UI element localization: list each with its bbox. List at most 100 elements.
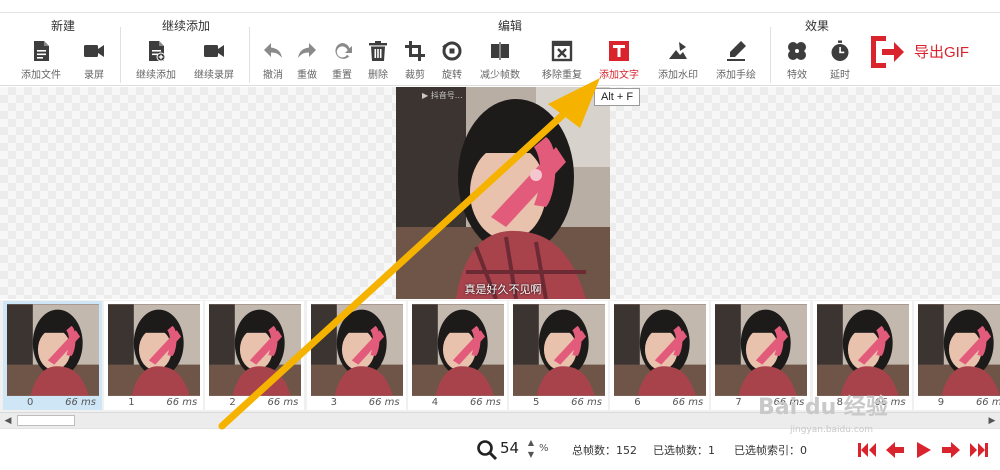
last-frame-icon[interactable] (968, 439, 990, 461)
document-plus-icon (149, 41, 166, 62)
group-effects: 效果 特效 延时 (772, 13, 862, 87)
group-edit: 编辑 撤消 重做 重置 删除 裁剪 旋转 减少帧数 移除重复 添加文字 添加水印… (252, 13, 768, 87)
frame-index: 7 (735, 397, 742, 408)
frame-item[interactable]: 5 66 ms (509, 301, 608, 410)
selected-frame-index: 已选帧索引：0 (734, 444, 807, 457)
group-title-new: 新建 (50, 19, 75, 33)
first-frame-icon[interactable] (856, 439, 878, 461)
frame-thumbnail (7, 304, 99, 396)
export-gif-button[interactable]: 导出GIF (864, 31, 988, 75)
frames-icon (491, 42, 509, 60)
add-file-label: 添加文件 (21, 70, 61, 81)
add-file-button[interactable]: 添加文件 (11, 39, 71, 87)
add-text-tooltip: Alt + F (594, 88, 641, 106)
frame-item[interactable]: 6 66 ms (610, 301, 710, 410)
play-icon[interactable] (912, 439, 934, 461)
total-frames: 总帧数：152 (572, 444, 637, 457)
frame-thumbnail (411, 304, 504, 396)
frame-thumbnail (715, 304, 808, 396)
frame-item[interactable]: 3 66 ms (306, 301, 406, 410)
frame-item[interactable]: 8 66 ms (812, 301, 912, 410)
frame-item[interactable]: 0 66 ms (3, 301, 102, 410)
frame-duration: 66 ms (571, 397, 602, 408)
video-watermark: ▶ 抖音号… (422, 91, 463, 100)
delay-label: 延时 (830, 70, 850, 81)
add-handwriting-button[interactable]: 添加手绘 (706, 39, 766, 87)
remove-duplicate-label: 移除重复 (542, 70, 582, 81)
girl-phone-photo (396, 87, 610, 299)
preview-caption: 真是好久不见啊 (464, 283, 542, 296)
frame-duration: 66 ms (975, 397, 1000, 408)
frame-duration: 66 ms (672, 397, 704, 408)
frame-index: 5 (533, 397, 540, 408)
frame-index: 8 (836, 397, 843, 408)
add-text-label: 添加文字 (599, 70, 639, 81)
export-gif-label: 导出GIF (914, 44, 969, 61)
frame-index: 9 (937, 397, 945, 408)
delay-button[interactable]: 延时 (810, 39, 870, 87)
frame-item[interactable]: 2 66 ms (205, 301, 305, 410)
frame-index: 4 (431, 397, 439, 408)
frame-strip: 0 66 ms 1 66 ms 2 66 ms 3 66 ms 4 66 ms 5 66 ms 6 66 … (0, 300, 1000, 412)
frame-thumbnail (310, 304, 403, 396)
add-watermark-button[interactable]: 添加水印 (648, 39, 708, 87)
group-new: 新建 添加文件 录屏 (6, 13, 120, 87)
next-frame-icon[interactable] (940, 439, 962, 461)
remove-duplicate-icon (551, 40, 573, 62)
watermark-icon (669, 42, 687, 59)
frame-item[interactable]: 4 66 ms (407, 301, 507, 410)
add-text-button[interactable]: 添加文字 (589, 39, 649, 87)
reduce-frames-label: 减少帧数 (480, 70, 520, 81)
continue-record-button[interactable]: 继续录屏 (184, 39, 244, 87)
zoom-up-icon[interactable]: ▲ (526, 437, 536, 449)
scroll-left-arrow-icon[interactable]: ◀ (0, 413, 16, 429)
frame-strip-scrollbar[interactable]: ◀ ▶ (0, 412, 1000, 428)
video-camera-icon (204, 45, 224, 57)
toolbar-ribbon: 新建 添加文件 录屏 继续添加 继续添加 继续录屏 编辑 撤消 重做 重置 删除… (0, 12, 1000, 86)
group-continue-add: 继续添加 继续添加 继续录屏 (126, 13, 246, 87)
magnifier-icon (477, 440, 498, 461)
frame-duration: 66 ms (368, 397, 400, 408)
preview-canvas: ▶ 抖音号… 真是好久不见啊 (0, 87, 1000, 299)
record-screen-label: 录屏 (84, 70, 104, 81)
previous-frame-icon[interactable] (884, 439, 906, 461)
frame-duration: 66 ms (773, 397, 805, 408)
rotate-icon (442, 41, 462, 61)
continue-add-button[interactable]: 继续添加 (126, 39, 186, 87)
frame-index: 0 (27, 397, 34, 408)
zoom-value[interactable]: 54 (500, 439, 519, 457)
add-handwriting-label: 添加手绘 (716, 70, 756, 81)
reduce-frames-button[interactable]: 减少帧数 (470, 39, 530, 87)
frame-item[interactable]: 9 66 ms (913, 301, 1000, 410)
add-watermark-label: 添加水印 (658, 70, 698, 81)
document-icon (34, 41, 49, 61)
pen-icon (727, 41, 746, 61)
scroll-right-arrow-icon[interactable]: ▶ (984, 413, 1000, 429)
record-screen-button[interactable]: 录屏 (64, 39, 124, 87)
frame-duration: 66 ms (166, 397, 198, 408)
export-icon (871, 36, 904, 68)
continue-add-label: 继续添加 (136, 70, 176, 81)
group-title-effects: 效果 (804, 19, 829, 33)
status-bar: 54 ▲ ▼ % 总帧数：152 已选帧数：1 已选帧索引：0 (0, 428, 1000, 470)
frame-preview-image[interactable]: ▶ 抖音号… 真是好久不见啊 (396, 87, 610, 299)
frame-thumbnail (108, 304, 201, 396)
scrollbar-thumb[interactable] (17, 415, 75, 426)
zoom-stepper[interactable]: ▲ ▼ (526, 437, 536, 463)
frame-thumbnail (614, 304, 707, 396)
group-title-edit: 编辑 (497, 19, 522, 33)
frame-thumbnail (917, 304, 1000, 396)
frame-item[interactable]: 7 66 ms (711, 301, 811, 410)
video-camera-icon (84, 45, 104, 57)
text-icon (609, 41, 629, 61)
frame-index: 2 (229, 397, 236, 408)
remove-duplicate-button[interactable]: 移除重复 (532, 39, 592, 87)
zoom-down-icon[interactable]: ▼ (526, 449, 536, 461)
frame-index: 6 (634, 397, 641, 408)
zoom-unit: % (539, 443, 549, 454)
frame-item[interactable]: 1 66 ms (104, 301, 204, 410)
frame-thumbnail (209, 304, 302, 396)
group-title-continue-add: 继续添加 (161, 19, 210, 33)
divider (120, 27, 121, 83)
frame-duration: 66 ms (65, 397, 96, 408)
